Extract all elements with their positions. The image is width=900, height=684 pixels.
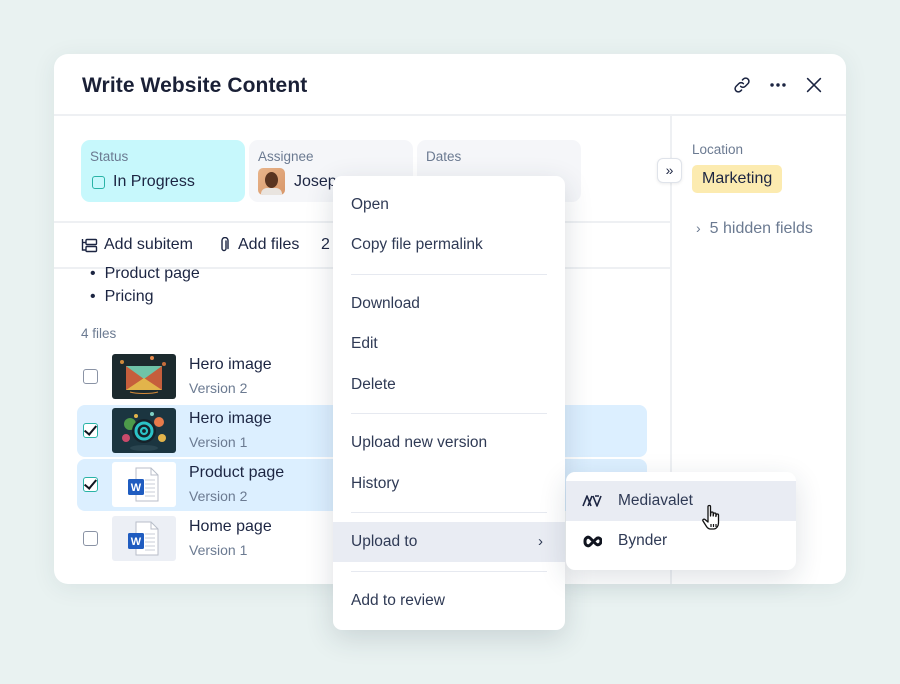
mediavalet-label: Mediavalet [618,492,693,509]
page-title: Write Website Content [82,74,308,97]
menu-divider [351,512,547,513]
add-subitem-label: Add subitem [104,236,193,253]
link-icon [734,77,750,93]
bynder-label: Bynder [618,532,668,549]
menu-item-upload-new-version[interactable]: Upload new version [333,423,565,463]
envelope-image-icon [112,354,176,399]
avatar [258,168,285,195]
file-thumbnail: W [112,516,176,561]
file-checkbox[interactable] [83,369,98,384]
menu-item-upload-to[interactable]: Upload to › [333,522,565,562]
file-version: Version 2 [189,488,248,504]
word-document-icon: W [128,467,159,502]
location-label: Location [692,142,744,157]
file-context-menu: Open Copy file permalink Download Edit D… [333,176,565,630]
subitem-count[interactable]: 2 [321,236,330,254]
description-list: Product page Pricing [90,262,200,308]
dates-label: Dates [426,149,462,164]
assignee-label: Assignee [258,149,314,164]
menu-divider [351,571,547,572]
hidden-fields-toggle[interactable]: › 5 hidden fields [696,220,813,238]
menu-item-open[interactable]: Open [333,185,565,225]
svg-text:W: W [131,482,142,494]
menu-divider [351,274,547,275]
upload-to-label: Upload to [351,533,418,550]
menu-item-add-to-review[interactable]: Add to review [333,581,565,621]
location-tag[interactable]: Marketing [692,165,783,193]
status-field[interactable]: Status In Progress [81,140,245,202]
chevron-right-icon: › [696,220,701,236]
file-thumbnail: W [112,462,176,507]
hand-pointer-cursor-icon [702,504,720,530]
more-options-button[interactable] [767,74,789,96]
file-checkbox[interactable] [83,477,98,492]
status-text: In Progress [113,173,195,190]
word-document-icon: W [128,521,159,556]
status-label: Status [90,149,129,164]
menu-item-copy-permalink[interactable]: Copy file permalink [333,225,565,265]
menu-item-history[interactable]: History [333,464,565,504]
file-checkbox[interactable] [83,423,98,438]
file-name: Product page [189,464,285,481]
double-chevron-right-icon: » [665,162,674,178]
at-sign-image-icon [112,408,176,453]
copy-link-button[interactable] [731,74,753,96]
file-checkbox[interactable] [83,531,98,546]
list-item: Product page [90,262,200,285]
menu-divider [351,413,547,414]
assignee-name: Josep [294,173,337,190]
svg-text:W: W [131,536,142,548]
panel-header: Write Website Content [54,54,846,116]
add-files-button[interactable]: Add files [218,236,299,254]
add-files-label: Add files [238,236,300,253]
file-thumbnail [112,408,176,453]
expand-sidebar-button[interactable]: » [657,158,682,183]
files-count-label: 4 files [81,326,117,341]
status-value[interactable]: In Progress [92,173,195,191]
status-checkbox-icon [92,175,105,189]
menu-item-edit[interactable]: Edit [333,324,565,364]
mediavalet-logo-icon [582,495,602,507]
upload-to-submenu: Mediavalet Bynder [566,472,796,570]
file-version: Version 2 [189,380,248,396]
file-thumbnail [112,354,176,399]
menu-item-download[interactable]: Download [333,284,565,324]
submenu-item-bynder[interactable]: Bynder [566,521,796,561]
file-version: Version 1 [189,542,248,558]
close-icon [806,77,822,93]
menu-item-delete[interactable]: Delete [333,365,565,405]
add-subitem-button[interactable]: Add subitem [81,236,193,254]
paperclip-icon [221,237,229,252]
file-name: Hero image [189,410,272,427]
subitem-icon [81,238,98,252]
close-button[interactable] [803,74,825,96]
chevron-right-icon: › [538,533,543,550]
bynder-logo-icon [583,535,602,548]
file-name: Home page [189,518,272,535]
submenu-item-mediavalet[interactable]: Mediavalet [566,481,796,521]
more-horizontal-icon [770,83,786,87]
list-item: Pricing [90,285,200,308]
hidden-fields-label: 5 hidden fields [709,220,813,237]
file-version: Version 1 [189,434,248,450]
file-name: Hero image [189,356,272,373]
